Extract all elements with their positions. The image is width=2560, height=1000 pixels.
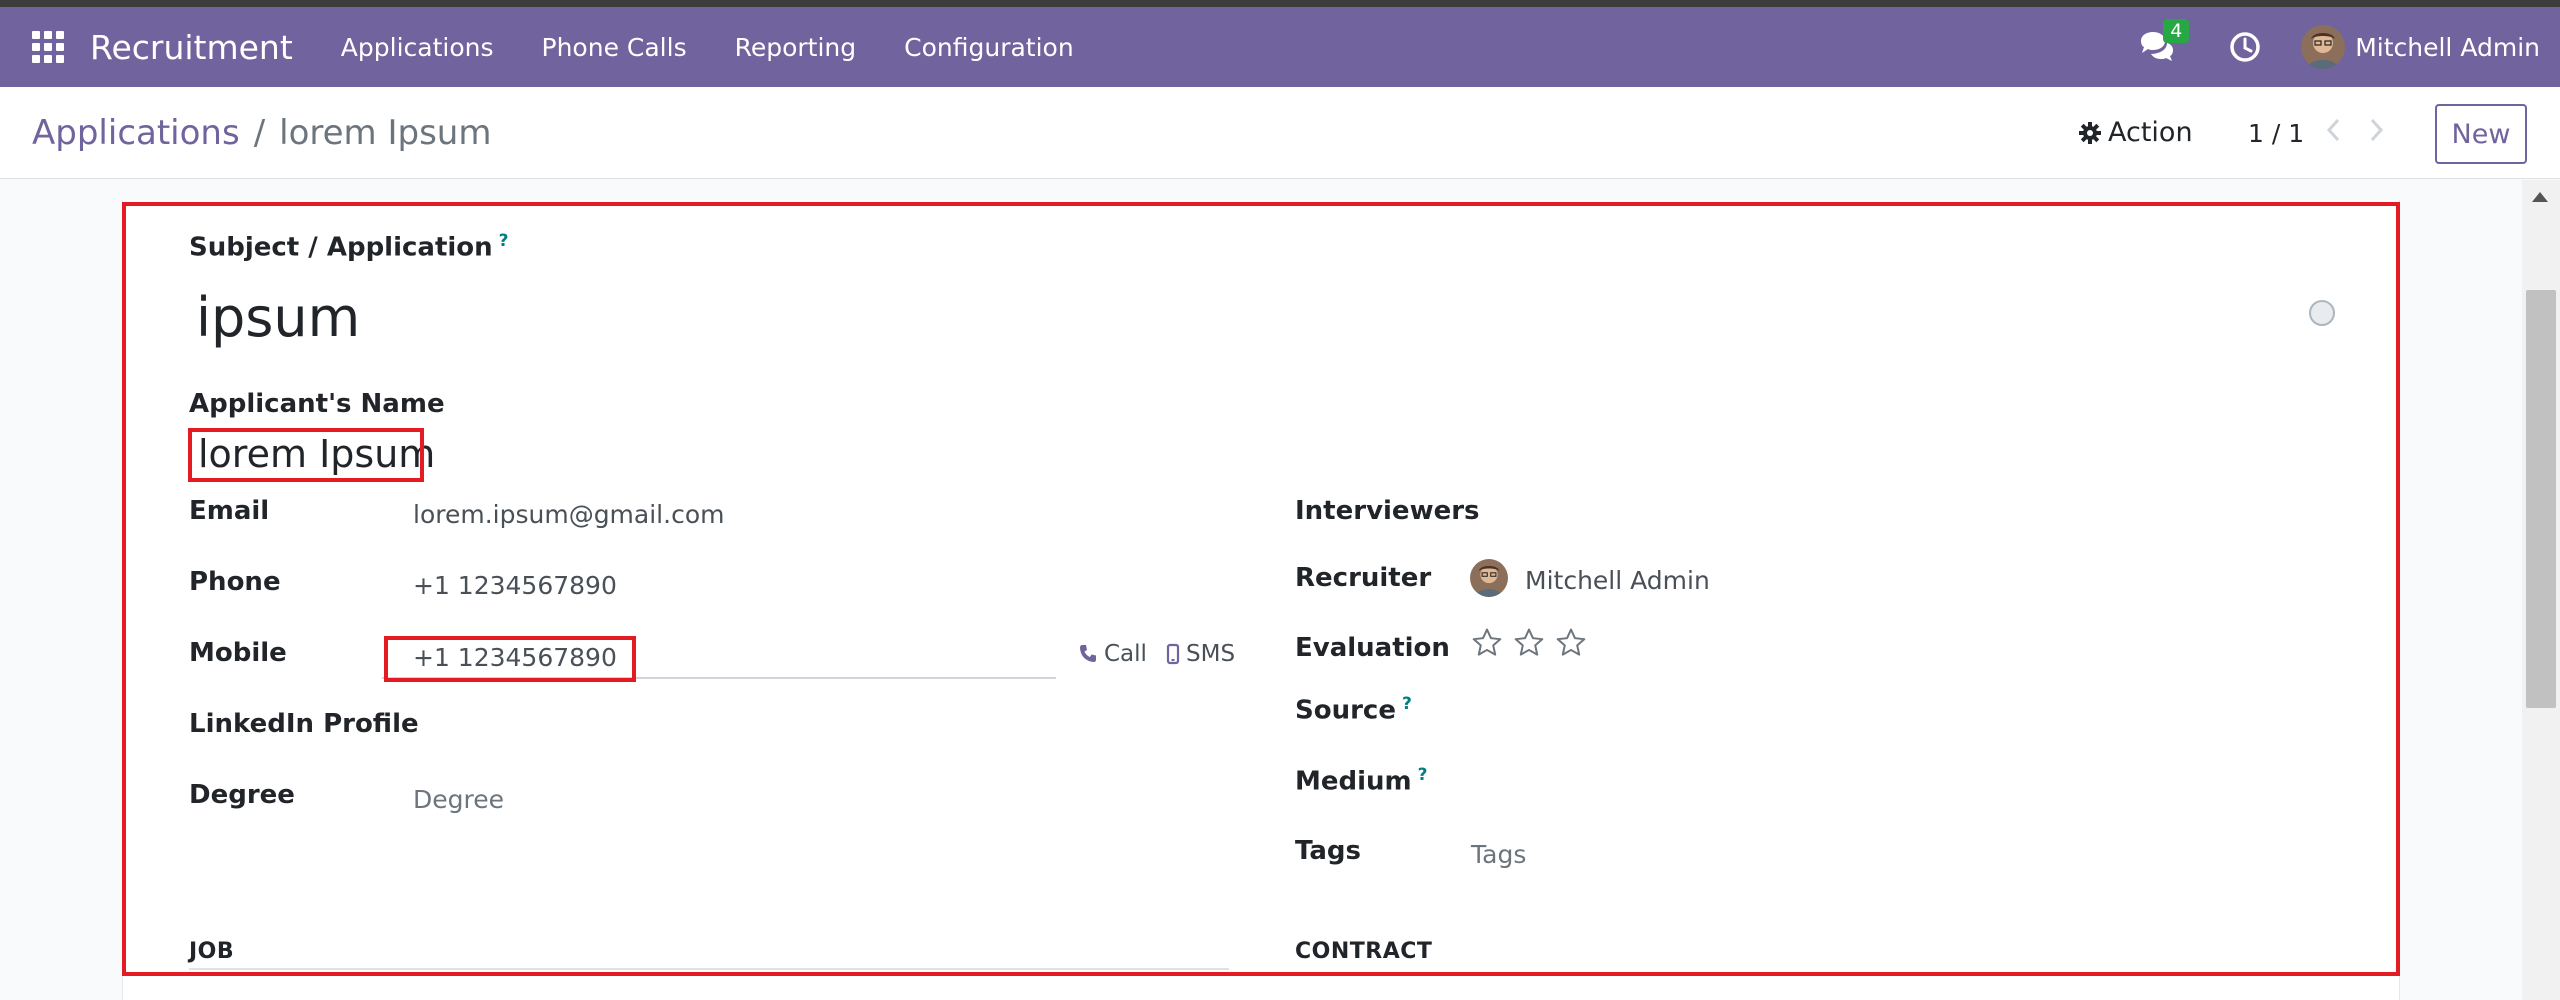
- form-sheet: [122, 200, 2400, 1000]
- top-strip: [0, 0, 2560, 7]
- subject-help-icon[interactable]: ?: [499, 231, 509, 251]
- apps-menu-icon[interactable]: [32, 31, 64, 63]
- interviewers-label: Interviewers: [1295, 496, 1480, 526]
- nav-reporting[interactable]: Reporting: [711, 33, 881, 62]
- user-avatar[interactable]: [2301, 25, 2346, 69]
- recruiter-avatar: [1470, 559, 1508, 597]
- activity-clock-icon[interactable]: [2225, 27, 2265, 67]
- sms-button[interactable]: SMS: [1166, 641, 1235, 667]
- email-label: Email: [189, 496, 270, 526]
- section-job-title: JOB: [189, 939, 235, 964]
- control-panel: Applications / lorem Ipsum Action 1 / 1 …: [0, 87, 2560, 179]
- section-contract-title: CONTRACT: [1295, 939, 1433, 964]
- scrollbar-thumb[interactable]: [2526, 290, 2556, 708]
- pager-previous-icon[interactable]: [2322, 115, 2346, 149]
- section-job-divider: [189, 968, 1229, 970]
- scroll-up-arrow-icon[interactable]: [2532, 192, 2548, 202]
- nav-configuration[interactable]: Configuration: [880, 33, 1098, 62]
- nav-applications[interactable]: Applications: [317, 33, 518, 62]
- pager-next-icon[interactable]: [2364, 115, 2388, 149]
- degree-field[interactable]: Degree: [413, 785, 504, 814]
- nav-phone-calls[interactable]: Phone Calls: [518, 33, 711, 62]
- subject-label-text: Subject / Application: [189, 232, 493, 263]
- action-button[interactable]: Action: [2078, 117, 2193, 148]
- medium-help-icon[interactable]: ?: [1418, 765, 1428, 785]
- sms-label: SMS: [1186, 641, 1236, 667]
- subject-label: Subject / Application?: [189, 231, 509, 263]
- applicant-name-highlight: [188, 428, 424, 482]
- applicant-name-label: Applicant's Name: [189, 389, 445, 419]
- mobile-icon: [1166, 643, 1180, 665]
- tags-label: Tags: [1295, 836, 1362, 866]
- tags-field[interactable]: Tags: [1471, 840, 1526, 869]
- chat-icon[interactable]: 4: [2137, 19, 2190, 67]
- user-name[interactable]: Mitchell Admin: [2355, 33, 2540, 62]
- new-button[interactable]: New: [2435, 104, 2527, 164]
- breadcrumb-applications[interactable]: Applications: [32, 113, 240, 153]
- phone-icon: [1080, 645, 1096, 662]
- subject-input[interactable]: ipsum: [196, 286, 360, 349]
- breadcrumb-separator: /: [253, 113, 266, 153]
- mobile-label: Mobile: [189, 638, 287, 668]
- evaluation-stars: [1470, 626, 1596, 664]
- medium-label-text: Medium: [1295, 766, 1412, 797]
- chat-count-badge: 4: [2163, 19, 2190, 43]
- kanban-state-indicator[interactable]: [2309, 300, 2335, 326]
- linkedin-label: LinkedIn Profile: [189, 709, 419, 739]
- source-help-icon[interactable]: ?: [1402, 694, 1412, 714]
- mobile-field-highlight: [384, 636, 636, 682]
- star-icon-1[interactable]: [1470, 626, 1512, 664]
- breadcrumb-current: lorem Ipsum: [279, 113, 492, 153]
- breadcrumb: Applications / lorem Ipsum: [32, 113, 491, 153]
- call-button[interactable]: Call: [1078, 641, 1147, 667]
- app-brand[interactable]: Recruitment: [90, 28, 293, 67]
- action-label: Action: [2108, 117, 2193, 148]
- main-navbar: Recruitment Applications Phone Calls Rep…: [0, 7, 2560, 87]
- pager-value[interactable]: 1 / 1: [2248, 119, 2304, 148]
- source-label: Source?: [1295, 694, 1412, 726]
- evaluation-label: Evaluation: [1295, 633, 1450, 663]
- form-content-area: [0, 180, 2522, 1000]
- recruiter-field[interactable]: Mitchell Admin: [1525, 566, 1710, 595]
- gear-icon: [2079, 121, 2101, 144]
- source-label-text: Source: [1295, 695, 1396, 726]
- email-field[interactable]: lorem.ipsum@gmail.com: [413, 500, 724, 529]
- medium-label: Medium?: [1295, 765, 1428, 797]
- star-icon-3[interactable]: [1554, 626, 1596, 664]
- degree-label: Degree: [189, 780, 295, 810]
- phone-field[interactable]: +1 1234567890: [413, 571, 617, 600]
- phone-label: Phone: [189, 567, 281, 597]
- call-label: Call: [1104, 641, 1147, 667]
- star-icon-2[interactable]: [1512, 626, 1554, 664]
- recruiter-label: Recruiter: [1295, 563, 1432, 593]
